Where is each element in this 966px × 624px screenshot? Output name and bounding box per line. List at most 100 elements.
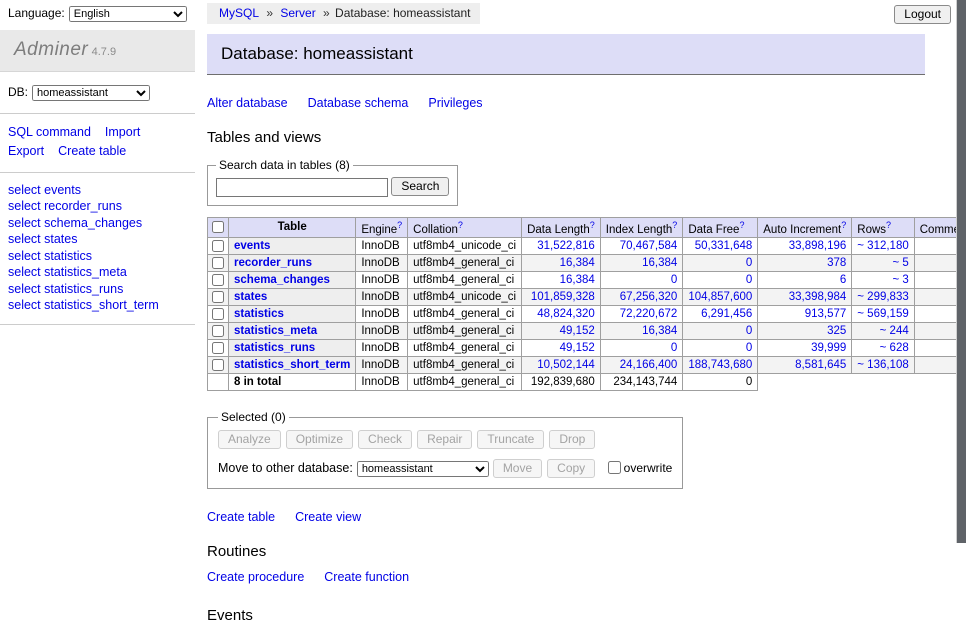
sidebar-action-sql-command[interactable]: SQL command: [8, 125, 91, 139]
sidebar-item-select-statistics[interactable]: select statistics: [8, 248, 187, 265]
table-link-events[interactable]: events: [234, 240, 270, 252]
breadcrumb-link-mysql[interactable]: MySQL: [219, 6, 259, 20]
events-heading: Events: [207, 607, 966, 624]
column-label: Data Length: [527, 223, 590, 235]
total-data-free: 0: [683, 374, 758, 391]
total-index-length: 234,143,744: [600, 374, 683, 391]
cell-collation: utf8mb4_general_ci: [408, 323, 522, 340]
cell-collation: utf8mb4_general_ci: [408, 340, 522, 357]
help-icon[interactable]: ?: [672, 220, 677, 230]
row-checkbox[interactable]: [212, 274, 224, 286]
link-create-table[interactable]: Create table: [207, 510, 275, 524]
link-alter-database[interactable]: Alter database: [207, 96, 288, 110]
sidebar-item-select-statistics_short_term[interactable]: select statistics_short_term: [8, 297, 187, 314]
sidebar-action-export[interactable]: Export: [8, 144, 44, 158]
row-checkbox-cell: [208, 340, 229, 357]
copy-button[interactable]: Copy: [547, 459, 595, 478]
routines-heading: Routines: [207, 543, 966, 560]
help-icon[interactable]: ?: [590, 220, 595, 230]
analyze-button[interactable]: Analyze: [218, 430, 281, 449]
help-icon[interactable]: ?: [886, 220, 891, 230]
table-link-recorder_runs[interactable]: recorder_runs: [234, 257, 312, 269]
help-icon[interactable]: ?: [397, 220, 402, 230]
tables-and-views-table: TableEngine?Collation?Data Length?Index …: [207, 217, 966, 392]
cell-table-name: recorder_runs: [229, 255, 356, 272]
vertical-scrollbar[interactable]: [956, 0, 966, 543]
help-icon[interactable]: ?: [841, 220, 846, 230]
optimize-button[interactable]: Optimize: [286, 430, 353, 449]
cell-index-length: 16,384: [600, 323, 683, 340]
move-button[interactable]: Move: [493, 459, 542, 478]
cell-engine: InnoDB: [356, 357, 408, 374]
page-title: Database: homeassistant: [207, 34, 925, 75]
column-label: Auto Increment: [763, 223, 841, 235]
row-checkbox[interactable]: [212, 308, 224, 320]
row-checkbox[interactable]: [212, 342, 224, 354]
cell-table-name: statistics: [229, 306, 356, 323]
row-checkbox-cell: [208, 238, 229, 255]
table-link-statistics_short_term[interactable]: statistics_short_term: [234, 359, 350, 371]
table-create-links: Create table Create view: [207, 510, 966, 524]
cell-rows: ~ 628: [852, 340, 914, 357]
row-checkbox-cell: [208, 289, 229, 306]
logout-button[interactable]: Logout: [894, 5, 951, 24]
move-db-select[interactable]: homeassistant: [357, 461, 489, 477]
sidebar-actions: SQL command Import Export Create table: [0, 114, 195, 173]
table-link-statistics[interactable]: statistics: [234, 308, 284, 320]
drop-button[interactable]: Drop: [549, 430, 595, 449]
cell-data-free: 50,331,648: [683, 238, 758, 255]
truncate-button[interactable]: Truncate: [477, 430, 544, 449]
cell-data-free: 188,743,680: [683, 357, 758, 374]
repair-button[interactable]: Repair: [417, 430, 472, 449]
sidebar-item-select-events[interactable]: select events: [8, 182, 187, 199]
sidebar-action-import[interactable]: Import: [105, 125, 140, 139]
row-checkbox[interactable]: [212, 257, 224, 269]
cell-table-name: schema_changes: [229, 272, 356, 289]
language-select[interactable]: English: [69, 6, 187, 22]
overwrite-checkbox[interactable]: [608, 461, 621, 474]
cell-data-free: 6,291,456: [683, 306, 758, 323]
sidebar-item-select-states[interactable]: select states: [8, 231, 187, 248]
total-data-length: 192,839,680: [522, 374, 601, 391]
sidebar-action-create-table[interactable]: Create table: [58, 144, 126, 158]
sidebar-item-select-statistics_meta[interactable]: select statistics_meta: [8, 264, 187, 281]
sidebar-item-select-statistics_runs[interactable]: select statistics_runs: [8, 281, 187, 298]
table-link-statistics_runs[interactable]: statistics_runs: [234, 342, 315, 354]
cell-data-length: 16,384: [522, 272, 601, 289]
search-input[interactable]: [216, 178, 388, 197]
row-checkbox[interactable]: [212, 325, 224, 337]
table-link-states[interactable]: states: [234, 291, 267, 303]
link-create-procedure[interactable]: Create procedure: [207, 570, 304, 584]
database-links: Alter database Database schema Privileges: [207, 96, 966, 110]
row-checkbox[interactable]: [212, 359, 224, 371]
db-select[interactable]: homeassistant: [32, 85, 150, 101]
link-database-schema[interactable]: Database schema: [308, 96, 409, 110]
table-link-statistics_meta[interactable]: statistics_meta: [234, 325, 317, 337]
check-button[interactable]: Check: [358, 430, 412, 449]
link-create-view[interactable]: Create view: [295, 510, 361, 524]
breadcrumb-link-server[interactable]: Server: [280, 6, 315, 20]
row-checkbox[interactable]: [212, 240, 224, 252]
cell-table-name: states: [229, 289, 356, 306]
select-all-checkbox[interactable]: [212, 221, 224, 233]
row-checkbox-cell: [208, 255, 229, 272]
sidebar-table-links: select eventsselect recorder_runsselect …: [0, 173, 195, 325]
help-icon[interactable]: ?: [739, 220, 744, 230]
sidebar-item-select-schema_changes[interactable]: select schema_changes: [8, 215, 187, 232]
cell-index-length: 70,467,584: [600, 238, 683, 255]
cell-table-name: events: [229, 238, 356, 255]
row-checkbox[interactable]: [212, 291, 224, 303]
overwrite-option[interactable]: overwrite: [604, 461, 673, 475]
search-fieldset: Search data in tables (8) Search: [207, 158, 458, 206]
link-create-function[interactable]: Create function: [324, 570, 409, 584]
help-icon[interactable]: ?: [458, 220, 463, 230]
cell-data-length: 49,152: [522, 323, 601, 340]
cell-auto-increment: 39,999: [758, 340, 852, 357]
search-button[interactable]: Search: [391, 177, 449, 196]
table-link-schema_changes[interactable]: schema_changes: [234, 274, 330, 286]
cell-index-length: 72,220,672: [600, 306, 683, 323]
cell-collation: utf8mb4_general_ci: [408, 255, 522, 272]
db-selector-row: DB:homeassistant: [0, 72, 195, 114]
link-privileges[interactable]: Privileges: [428, 96, 482, 110]
sidebar-item-select-recorder_runs[interactable]: select recorder_runs: [8, 198, 187, 215]
